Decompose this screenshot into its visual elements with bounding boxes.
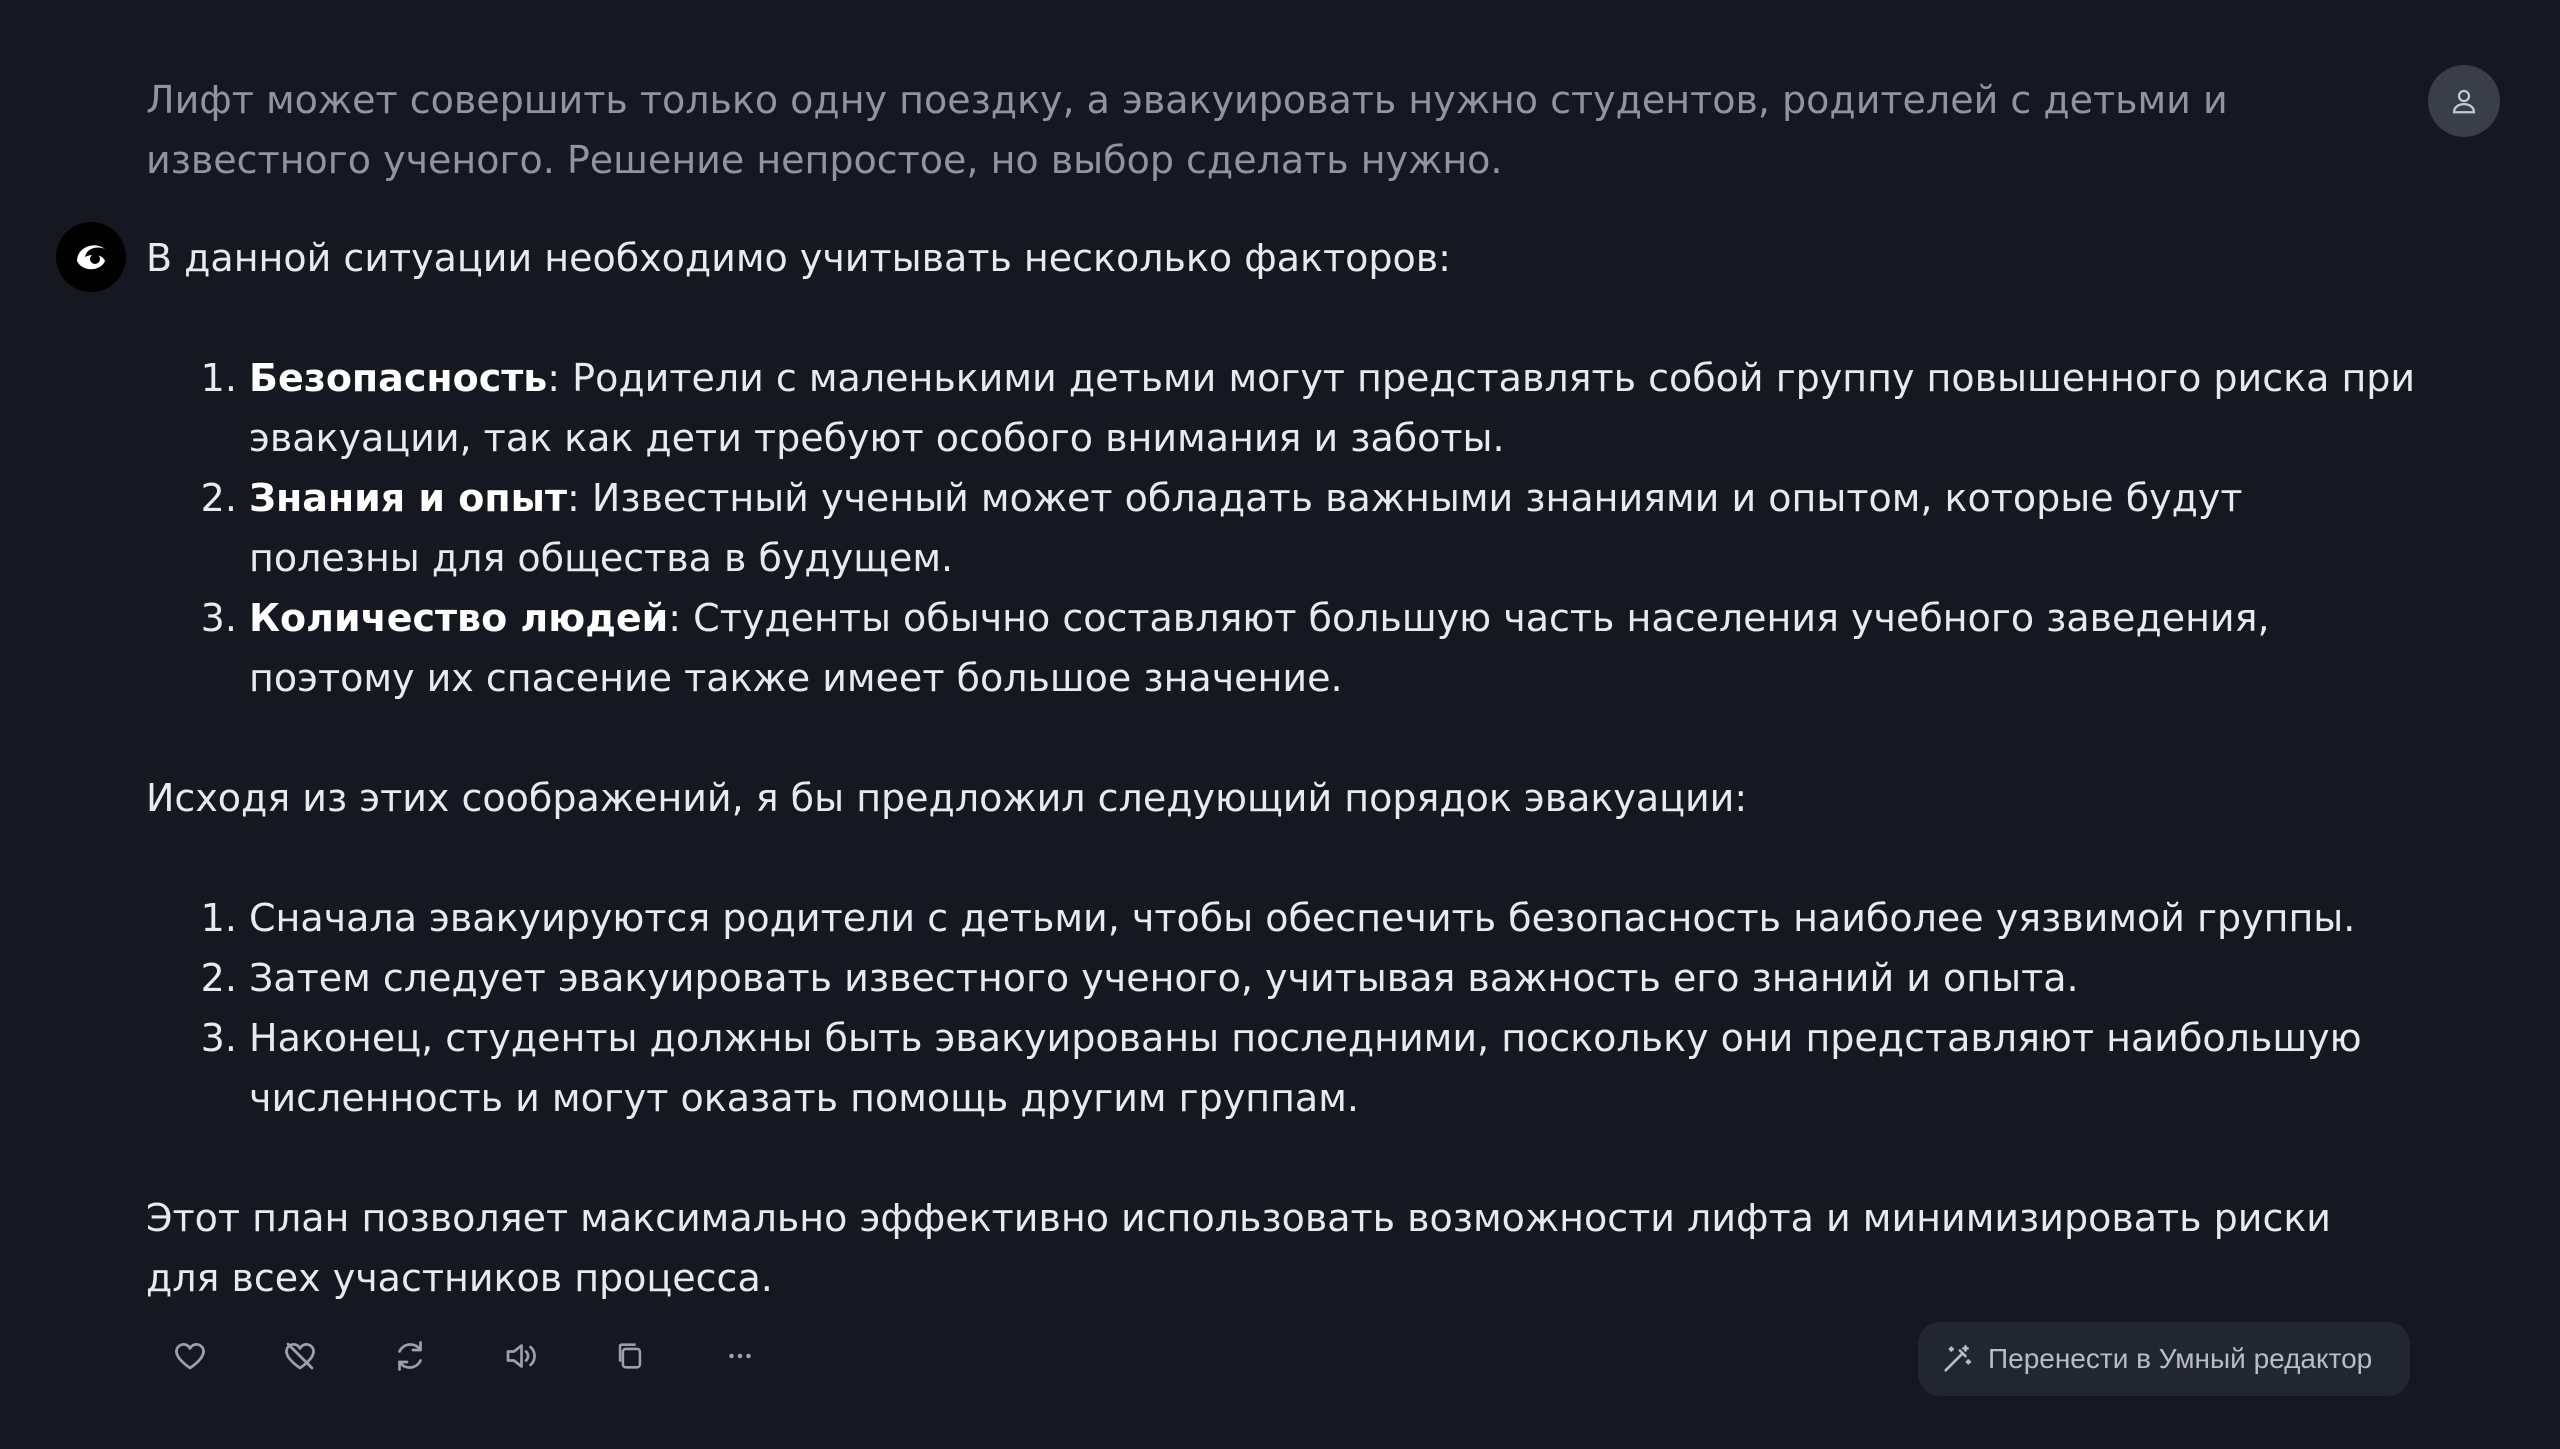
list-item: Сначала эвакуируются родители с детьми, …	[249, 888, 2416, 948]
factor-text: : Родители с маленькими детьми могут пре…	[249, 356, 2416, 460]
chat-page: Лифт может совершить только одну поездку…	[0, 0, 2560, 1449]
list-item: Количество людей: Студенты обычно состав…	[249, 588, 2416, 708]
evacuation-order-list: Сначала эвакуируются родители с детьми, …	[146, 888, 2416, 1128]
copy-icon	[618, 1343, 642, 1369]
list-item: Безопасность: Родители с маленькими деть…	[249, 348, 2416, 468]
answer-middle: Исходя из этих соображений, я бы предлож…	[146, 776, 1748, 820]
message-actions	[170, 1336, 830, 1376]
factor-title: Количество людей	[249, 596, 669, 640]
list-item: Затем следует эвакуировать известного уч…	[249, 948, 2416, 1008]
read-aloud-button[interactable]	[500, 1336, 540, 1376]
answer-intro: В данной ситуации необходимо учитывать н…	[146, 236, 1451, 280]
dislike-button[interactable]	[280, 1336, 320, 1376]
speaker-icon	[506, 1344, 536, 1368]
more-button[interactable]	[720, 1336, 760, 1376]
assistant-avatar	[56, 222, 126, 292]
user-icon	[2452, 89, 2476, 114]
answer-conclusion: Этот план позволяет максимально эффектив…	[146, 1196, 2331, 1300]
user-avatar[interactable]	[2428, 65, 2500, 137]
factor-title: Безопасность	[249, 356, 548, 400]
assistant-logo-icon	[67, 233, 115, 281]
list-item: Знания и опыт: Известный ученый может об…	[249, 468, 2416, 588]
more-icon	[729, 1353, 751, 1359]
factor-title: Знания и опыт	[249, 476, 568, 520]
like-button[interactable]	[170, 1336, 210, 1376]
regenerate-button[interactable]	[390, 1336, 430, 1376]
dislike-icon	[285, 1342, 315, 1370]
list-item: Наконец, студенты должны быть эвакуирова…	[249, 1008, 2416, 1128]
factors-list: Безопасность: Родители с маленькими деть…	[146, 348, 2416, 708]
move-to-smart-editor-button[interactable]: Перенести в Умный редактор	[1918, 1322, 2410, 1396]
regenerate-icon	[398, 1341, 422, 1371]
user-message: Лифт может совершить только одну поездку…	[146, 78, 2228, 182]
assistant-answer: В данной ситуации необходимо учитывать н…	[146, 228, 2416, 1308]
move-to-smart-editor-label: Перенести в Умный редактор	[1988, 1343, 2373, 1374]
magic-wand-icon	[1944, 1344, 1972, 1372]
like-icon	[175, 1343, 205, 1370]
copy-button[interactable]	[610, 1336, 650, 1376]
